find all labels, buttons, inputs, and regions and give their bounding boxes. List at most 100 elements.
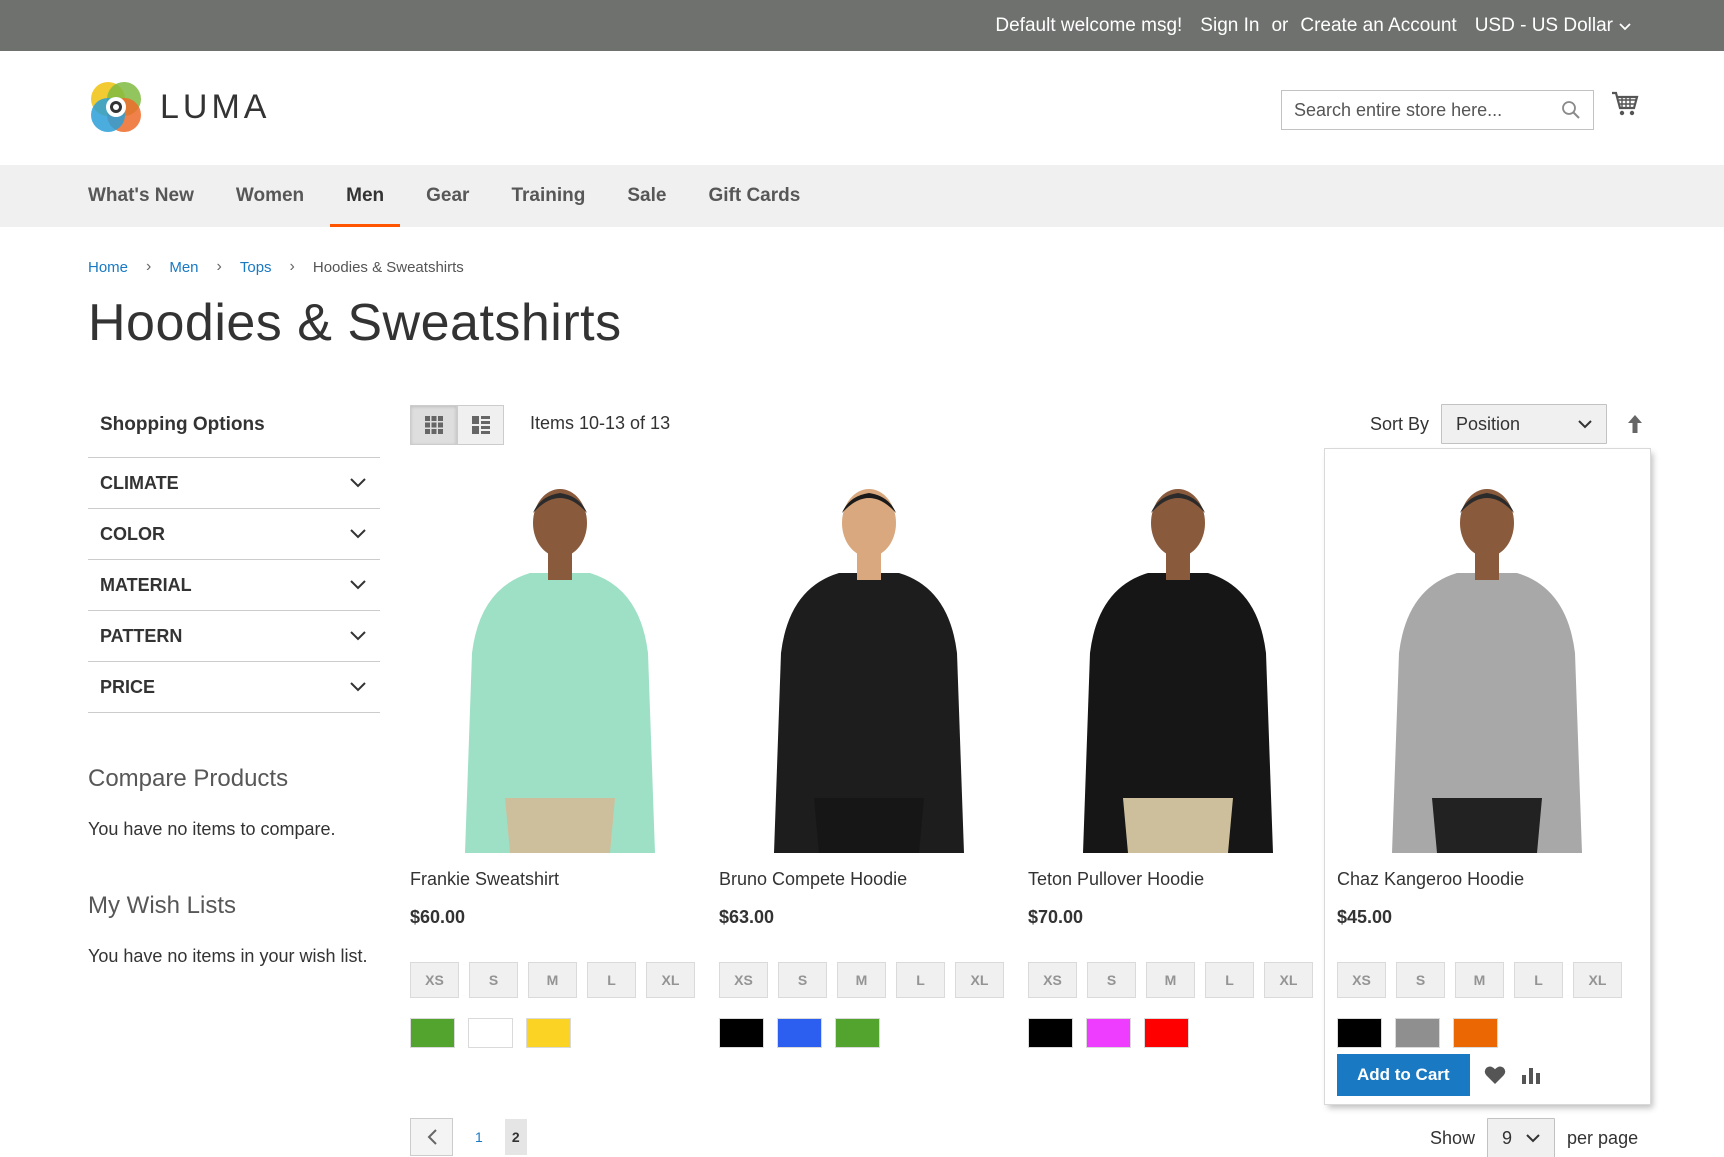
size-options: XS S M L XL [1028,962,1313,998]
nav-item-men[interactable]: Men [330,165,401,227]
nav-item-sale[interactable]: Sale [627,165,666,227]
add-to-cart-button[interactable]: Add to Cart [1337,1054,1470,1096]
filter-color[interactable]: COLOR [88,509,380,560]
nav-item-training[interactable]: Training [511,165,585,227]
size-option[interactable]: XS [719,962,768,998]
size-option[interactable]: L [1514,962,1563,998]
limiter: Show 9 per page [1430,1118,1638,1157]
product-name[interactable]: Chaz Kangeroo Hoodie [1337,869,1524,890]
nav-item-gear[interactable]: Gear [426,165,469,227]
sort-ascending-icon[interactable] [1627,414,1643,434]
nav-item-whats-new[interactable]: What's New [88,165,194,227]
color-swatch[interactable] [1453,1018,1498,1048]
size-option[interactable]: L [587,962,636,998]
sidebar: Shopping Options CLIMATE COLOR MATERIAL … [88,405,380,967]
size-option[interactable]: S [778,962,827,998]
breadcrumb: Home › Men › Tops › Hoodies & Sweatshirt… [88,258,464,276]
filter-climate[interactable]: CLIMATE [88,458,380,509]
color-swatch[interactable] [410,1018,455,1048]
breadcrumb-home[interactable]: Home [88,259,128,276]
pagination: 1 2 [410,1118,527,1156]
filter-label: COLOR [100,523,165,544]
product-image[interactable] [719,478,1019,853]
size-option[interactable]: M [837,962,886,998]
filter-label: CLIMATE [100,472,179,493]
product-image[interactable] [1337,478,1637,853]
chevron-down-icon [1619,22,1631,30]
heart-icon[interactable] [1484,1065,1506,1085]
size-option[interactable]: L [896,962,945,998]
compare-icon[interactable] [1520,1065,1542,1085]
search-box[interactable] [1281,90,1594,130]
product-item[interactable]: Chaz Kangeroo Hoodie $45.00 XS S M L XL Add … [1325,449,1650,1104]
product-image[interactable] [1028,478,1328,853]
page-current: 2 [504,1119,527,1155]
size-option[interactable]: XS [1028,962,1077,998]
main-nav: What's New Women Men Gear Training Sale … [0,165,1724,227]
size-option[interactable]: XS [1337,962,1386,998]
color-swatch[interactable] [1337,1018,1382,1048]
size-option[interactable]: L [1205,962,1254,998]
sign-in-link[interactable]: Sign In [1200,15,1259,37]
nav-item-gift-cards[interactable]: Gift Cards [708,165,800,227]
create-account-link[interactable]: Create an Account [1300,15,1456,37]
product-name[interactable]: Bruno Compete Hoodie [719,869,907,890]
grid-view-button[interactable] [410,405,457,445]
color-swatch[interactable] [777,1018,822,1048]
size-option[interactable]: M [528,962,577,998]
luma-logo-icon [91,82,141,132]
size-option[interactable]: XL [1264,962,1313,998]
minicart[interactable] [1611,91,1639,122]
items-count: Items 10-13 of 13 [530,413,671,433]
color-swatch[interactable] [1144,1018,1189,1048]
filter-price[interactable]: PRICE [88,662,380,713]
logo[interactable]: LUMA [88,79,270,135]
product-price: $45.00 [1337,907,1393,927]
product-name[interactable]: Frankie Sweatshirt [410,869,559,890]
sorter: Sort By Position [1370,404,1643,444]
color-swatch[interactable] [1395,1018,1440,1048]
shopping-options-title: Shopping Options [88,405,380,458]
list-icon [471,416,490,434]
product-image[interactable] [410,478,710,853]
currency-switcher[interactable]: USD - US Dollar [1475,15,1631,37]
product-item[interactable]: Frankie Sweatshirt $60.00 XS S M L XL [410,470,710,1048]
sort-select-value: Position [1456,413,1521,434]
nav-item-women[interactable]: Women [236,165,304,227]
size-option[interactable]: M [1455,962,1504,998]
size-options: XS S M L XL [410,962,695,998]
limit-select[interactable]: 9 [1487,1118,1556,1157]
breadcrumb-men[interactable]: Men [169,259,198,276]
breadcrumb-tops[interactable]: Tops [240,259,272,276]
size-option[interactable]: XL [955,962,1004,998]
filter-pattern[interactable]: PATTERN [88,611,380,662]
size-option[interactable]: M [1146,962,1195,998]
nav-menu: What's New Women Men Gear Training Sale … [88,165,842,227]
color-swatch[interactable] [1028,1018,1073,1048]
size-option[interactable]: S [1087,962,1136,998]
color-swatch[interactable] [1086,1018,1131,1048]
sort-select[interactable]: Position [1441,404,1608,444]
color-swatch[interactable] [835,1018,880,1048]
color-swatch[interactable] [719,1018,764,1048]
color-swatch[interactable] [526,1018,571,1048]
size-option[interactable]: S [469,962,518,998]
list-view-button[interactable] [457,405,504,445]
size-option[interactable]: S [1396,962,1445,998]
chevron-down-icon [350,631,366,641]
show-label: Show [1430,1127,1476,1148]
size-option[interactable]: XL [646,962,695,998]
filter-material[interactable]: MATERIAL [88,560,380,611]
page-link[interactable]: 1 [471,1129,487,1145]
chevron-down-icon [350,580,366,590]
search-input[interactable] [1294,99,1561,121]
size-option[interactable]: XS [410,962,459,998]
product-item[interactable]: Bruno Compete Hoodie $63.00 XS S M L XL [719,470,1019,1048]
color-swatch[interactable] [468,1018,513,1048]
product-item[interactable]: Teton Pullover Hoodie $70.00 XS S M L XL [1028,470,1328,1048]
previous-page-button[interactable] [410,1118,453,1156]
size-option[interactable]: XL [1573,962,1622,998]
top-links: Default welcome msg! Sign In or Create a… [995,0,1631,51]
search-icon[interactable] [1561,100,1581,120]
product-name[interactable]: Teton Pullover Hoodie [1028,869,1204,890]
